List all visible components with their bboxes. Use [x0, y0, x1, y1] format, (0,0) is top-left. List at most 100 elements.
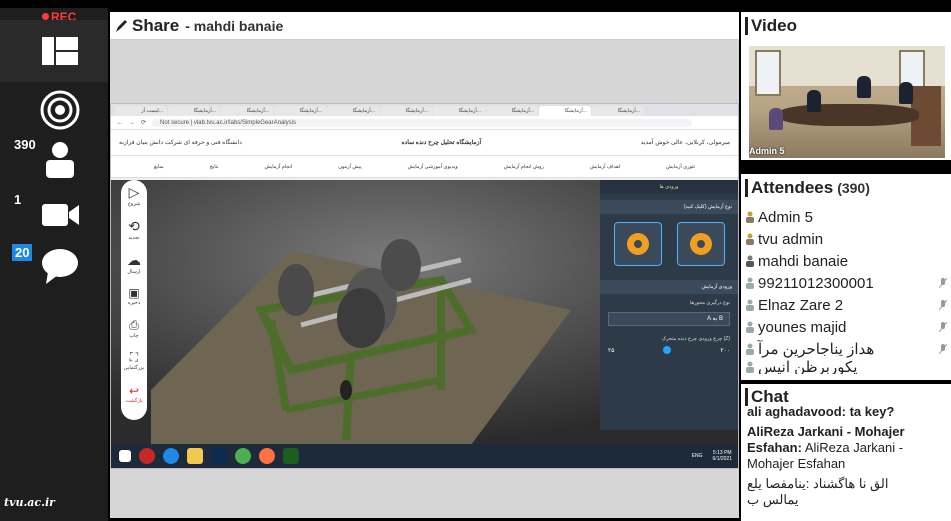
photoshop-icon[interactable]: [211, 448, 227, 464]
remote-tab[interactable]: آزمایشگا...: [592, 106, 644, 116]
camera-icon[interactable]: [38, 192, 82, 236]
attendee-name: tvu admin: [758, 230, 824, 248]
forward-arrow-icon[interactable]: →: [129, 120, 135, 126]
chat-panel: Chat ali aghadavood: ta key? AliReza Jar…: [741, 384, 951, 521]
attendee-row[interactable]: tvu admin: [745, 228, 949, 250]
video-feed[interactable]: [749, 46, 945, 158]
mic-muted-icon[interactable]: [939, 300, 947, 310]
video-table: [779, 104, 919, 126]
remote-menu-item[interactable]: ویدیوی آموزشی آزمایش: [408, 164, 458, 170]
experiment-type-cards: [600, 214, 738, 274]
chat-message: الق نا هاگشناد :ینامفصا یلع یمالس ب: [747, 476, 947, 508]
upload-label: ارسال: [127, 269, 141, 275]
attendee-list: Admin 5 tvu admin mahdi banaie 992110123…: [745, 206, 949, 374]
back-tool[interactable]: ↩ بازگشت: [123, 384, 145, 412]
taskbar-clock: 5:13 PM 6/1/2021: [713, 450, 732, 462]
shaft-engagement-label: نوع درگیری محورها: [689, 300, 730, 306]
firefox-icon[interactable]: [259, 448, 275, 464]
remote-url[interactable]: Not secure | vlab.tvu.ac.ir/labs/SimpleG…: [152, 118, 693, 127]
slider-knob[interactable]: [663, 346, 672, 354]
attendee-name: younes majid: [758, 318, 847, 336]
layout-button[interactable]: [0, 20, 108, 82]
mic-muted-icon[interactable]: [939, 278, 947, 288]
remote-tab[interactable]: آزمایشگا...: [380, 106, 432, 116]
chat-bubble-icon[interactable]: [38, 244, 82, 288]
back-arrow-icon[interactable]: ←: [117, 120, 123, 126]
experiment-type-section[interactable]: نوع آزمایش (کلیک کنید): [600, 200, 738, 214]
remote-menu-item[interactable]: نتایج: [210, 164, 219, 170]
cloud-upload-icon: ☁: [127, 252, 141, 268]
back-label: بازگشت: [125, 398, 143, 404]
gear-icon: [689, 233, 712, 255]
print-tool[interactable]: ⎙ چاپ: [123, 318, 145, 346]
remote-browser-tabs: لیست آز... آزمایشگا... آزمایشگا... آزمای…: [111, 104, 738, 116]
chrome-icon[interactable]: [235, 448, 251, 464]
remote-tab[interactable]: لیست آز...: [115, 106, 167, 116]
header-marker: [745, 17, 748, 35]
user-icon: [746, 321, 754, 333]
slider-max-value: ۲۰۰: [720, 347, 730, 354]
experiment-input-section[interactable]: ورودی آزمایش: [600, 280, 738, 294]
remote-tab[interactable]: آزمایشگا...: [433, 106, 485, 116]
experiment-type-card[interactable]: [613, 222, 662, 266]
zoom-tool[interactable]: ⛶ بزرگنمایی: [123, 350, 145, 378]
experiment-type-card[interactable]: [676, 222, 725, 266]
reset-tool[interactable]: ⟲ تجدید: [123, 218, 145, 246]
attendee-name: 99211012300001: [758, 274, 874, 292]
attendee-row[interactable]: Elnaz Zare 2: [745, 294, 949, 316]
print-icon: ⎙: [129, 318, 139, 332]
remote-tab[interactable]: آزمایشگا...: [327, 106, 379, 116]
play-icon: ▷: [128, 184, 140, 200]
presenter-icon: [746, 255, 754, 267]
attendee-row[interactable]: younes majid: [745, 316, 949, 338]
remote-tab[interactable]: آزمایشگا...: [221, 106, 273, 116]
attendees-panel: Attendees (390) Admin 5 tvu admin mahdi …: [741, 174, 951, 380]
remote-taskbar: ENG 5:13 PM 6/1/2021: [111, 444, 738, 468]
reload-icon[interactable]: ⟳: [141, 119, 146, 126]
video-person: [857, 76, 871, 98]
excel-icon[interactable]: [283, 448, 299, 464]
ie-icon[interactable]: [163, 448, 179, 464]
chat-messages[interactable]: ali aghadavood: ta key? AliReza Jarkani …: [747, 404, 947, 512]
participants-icon[interactable]: [38, 138, 82, 182]
folder-icon[interactable]: [187, 448, 203, 464]
header-marker: [745, 179, 748, 197]
attendee-row[interactable]: 99211012300001: [745, 272, 949, 294]
gear-icon: [626, 233, 649, 255]
attendee-name: Admin 5: [758, 208, 814, 226]
admin-icon: [746, 233, 754, 245]
user-icon: [746, 277, 754, 289]
remote-menu-item[interactable]: منابع: [154, 164, 164, 170]
remote-tab[interactable]: آزمایشگا...: [274, 106, 326, 116]
video-username: Admin 5: [749, 146, 785, 156]
mic-muted-icon[interactable]: [939, 322, 947, 332]
remote-tab[interactable]: آزمایشگا...: [486, 106, 538, 116]
admin-icon: [746, 211, 754, 223]
mic-muted-icon[interactable]: [939, 344, 947, 354]
attendee-row[interactable]: هداز یناجاحرین مرآ: [745, 338, 949, 360]
shaft-engagement-select[interactable]: A به B: [608, 312, 730, 326]
remote-menu-item[interactable]: انجام آزمایش: [265, 164, 293, 170]
windows-start-icon[interactable]: [119, 450, 131, 462]
attendee-row[interactable]: mahdi banaie: [745, 250, 949, 272]
save-tool[interactable]: ▣ ذخیره: [123, 286, 145, 314]
broadcast-icon[interactable]: [38, 88, 82, 132]
remote-menu-item[interactable]: اهداف آزمایش: [590, 164, 620, 170]
remote-tab[interactable]: آزمایشگا...: [168, 106, 220, 116]
remote-menu-item[interactable]: پیش آزمون: [338, 164, 361, 170]
remote-menu: منابع نتایج انجام آزمایش پیش آزمون ویدیو…: [111, 156, 738, 178]
attendees-count: (390): [837, 180, 870, 196]
remote-tab[interactable]: آزمایشگا...: [539, 106, 591, 116]
remote-menu-item[interactable]: تئوری آزمایش: [666, 164, 695, 170]
gear-teeth-slider[interactable]: ۲۵ ۲۰۰: [600, 344, 738, 356]
chat-message-text: الق نا هاگشناد :ینامفصا یلع: [747, 476, 889, 491]
inputs-panel: ورودی ها نوع آزمایش (کلیک کنید) ورودی آز…: [600, 180, 738, 430]
status-bar: [0, 0, 951, 8]
browser-icon[interactable]: [139, 448, 155, 464]
gear-teeth-label: چرخ ورودی چرخ دنده متحرک (Z): [661, 336, 730, 342]
attendee-row[interactable]: Admin 5: [745, 206, 949, 228]
attendee-row[interactable]: یکوربرظن انیس: [745, 360, 949, 374]
remote-menu-item[interactable]: روش انجام آزمایش: [504, 164, 544, 170]
upload-tool[interactable]: ☁ ارسال: [123, 252, 145, 280]
start-tool[interactable]: ▷ شروع: [123, 184, 145, 212]
